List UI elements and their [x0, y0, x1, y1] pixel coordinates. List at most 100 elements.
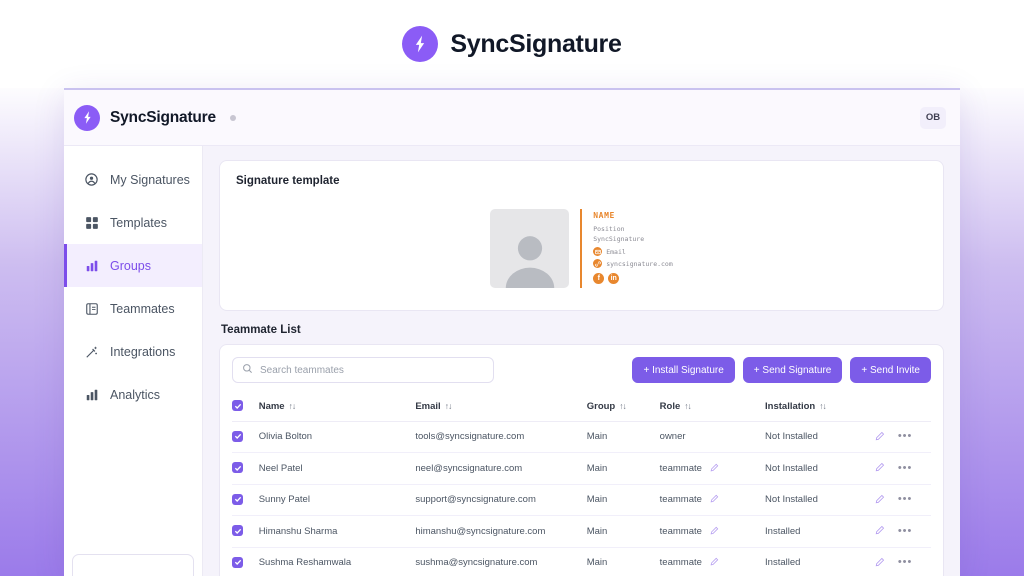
- signature-preview: NAME Position SyncSignature Email syncsi…: [236, 209, 927, 288]
- send-signature-button[interactable]: + Send Signature: [742, 357, 843, 383]
- role-value: teammate: [659, 525, 702, 537]
- cell-name: Olivia Bolton: [258, 421, 416, 453]
- sidebar-item-label: Templates: [110, 215, 167, 230]
- row-select-cell: [232, 452, 259, 485]
- signature-template-card: Signature template NAME Position SyncSig…: [219, 160, 944, 311]
- app-body: My Signatures Templates Groups Teammates…: [64, 146, 960, 576]
- sort-icon[interactable]: ↑↓: [445, 401, 452, 411]
- sidebar-item-teammates[interactable]: Teammates: [64, 287, 202, 330]
- cell-name: Neel Patel: [258, 452, 416, 485]
- role-cell-inner: teammate: [660, 526, 765, 537]
- sidebar-item-groups[interactable]: Groups: [64, 244, 202, 287]
- lightning-bolt-icon: [74, 104, 100, 131]
- cell-actions: •••: [874, 484, 931, 516]
- app-bar-brand[interactable]: SyncSignature: [74, 104, 236, 131]
- link-icon: [593, 259, 603, 269]
- cell-name: Himanshu Sharma: [258, 515, 416, 548]
- sidebar-item-my-signatures[interactable]: My Signatures: [64, 158, 202, 201]
- cell-email: support@syncsignature.com: [415, 484, 587, 516]
- sort-icon[interactable]: ↑↓: [289, 401, 296, 411]
- role-value: teammate: [659, 494, 702, 506]
- sort-icon[interactable]: ↑↓: [684, 401, 691, 411]
- sidebar-item-analytics[interactable]: Analytics: [64, 373, 202, 416]
- teammate-list-panel: + Install Signature + Send Signature + S…: [219, 344, 944, 576]
- sidebar-footer-card[interactable]: [72, 554, 194, 576]
- ellipsis-icon[interactable]: •••: [898, 557, 913, 568]
- row-checkbox[interactable]: [232, 493, 243, 505]
- column-header-role[interactable]: Role ↑↓: [659, 393, 766, 422]
- cell-role: teammate: [659, 484, 766, 516]
- cell-email: sushma@syncsignature.com: [415, 547, 587, 576]
- ellipsis-icon[interactable]: •••: [898, 431, 913, 442]
- row-checkbox[interactable]: [232, 556, 243, 568]
- sidebar-item-templates[interactable]: Templates: [64, 201, 202, 244]
- sidebar-item-integrations[interactable]: Integrations: [64, 330, 202, 373]
- select-all-checkbox[interactable]: [232, 400, 243, 411]
- sort-icon[interactable]: ↑↓: [819, 401, 826, 411]
- cell-actions: •••: [874, 452, 931, 485]
- row-actions: •••: [875, 431, 931, 443]
- role-value: owner: [659, 431, 686, 443]
- app-top-bar: SyncSignature OB: [64, 90, 960, 146]
- install-signature-button[interactable]: + Install Signature: [632, 357, 735, 383]
- pencil-icon[interactable]: [875, 525, 885, 537]
- table-row[interactable]: Himanshu Sharma himanshu@syncsignature.c…: [232, 515, 931, 548]
- row-checkbox[interactable]: [232, 462, 243, 473]
- main-content: Signature template NAME Position SyncSig…: [203, 146, 960, 576]
- row-select-cell: [232, 547, 259, 576]
- signature-email-label: Email: [606, 247, 626, 256]
- linkedin-icon[interactable]: in: [608, 273, 620, 285]
- role-value: teammate: [659, 557, 702, 569]
- table-row[interactable]: Neel Patel neel@syncsignature.com Main t…: [232, 452, 931, 485]
- signature-website-row: syncsignature.com: [593, 259, 673, 269]
- search-input[interactable]: [260, 364, 484, 376]
- column-header-name[interactable]: Name ↑↓: [258, 393, 416, 422]
- ellipsis-icon[interactable]: •••: [898, 494, 913, 505]
- pencil-icon[interactable]: [875, 431, 885, 443]
- column-header-email[interactable]: Email ↑↓: [415, 393, 587, 422]
- grid-icon: [84, 215, 99, 230]
- card-title: Signature template: [236, 175, 340, 187]
- pencil-icon[interactable]: [875, 462, 885, 474]
- table-row[interactable]: Olivia Bolton tools@syncsignature.com Ma…: [232, 421, 931, 453]
- column-label: Group: [586, 400, 616, 412]
- pencil-icon[interactable]: [710, 557, 719, 568]
- cell-installation: Installed: [765, 515, 875, 548]
- cell-role: teammate: [659, 515, 766, 548]
- role-cell-inner: teammate: [660, 494, 765, 505]
- column-header-group[interactable]: Group ↑↓: [586, 393, 660, 422]
- facebook-icon[interactable]: f: [593, 273, 605, 285]
- pencil-icon[interactable]: [710, 494, 719, 505]
- search-box[interactable]: [232, 357, 494, 383]
- cell-role: owner: [659, 421, 766, 453]
- signature-position: Position: [593, 225, 625, 233]
- ellipsis-icon[interactable]: •••: [898, 525, 913, 537]
- user-circle-icon: [84, 172, 99, 187]
- row-checkbox[interactable]: [232, 430, 243, 442]
- avatar[interactable]: OB: [920, 106, 946, 129]
- pencil-icon[interactable]: [875, 494, 885, 506]
- table-row[interactable]: Sushma Reshamwala sushma@syncsignature.c…: [232, 547, 931, 576]
- search-icon: [242, 361, 253, 379]
- pencil-icon[interactable]: [875, 557, 885, 569]
- cell-email: himanshu@syncsignature.com: [415, 515, 587, 548]
- send-invite-button[interactable]: + Send Invite: [850, 357, 931, 383]
- column-header-installation[interactable]: Installation ↑↓: [765, 393, 875, 422]
- signature-name: NAME: [593, 211, 615, 220]
- signature-divider: [580, 209, 583, 288]
- bar-chart-icon: [84, 387, 99, 402]
- cell-actions: •••: [874, 421, 931, 453]
- sidebar-item-label: Analytics: [110, 387, 161, 402]
- app-title: SyncSignature: [110, 108, 216, 126]
- pencil-icon[interactable]: [710, 526, 719, 537]
- row-checkbox[interactable]: [232, 525, 243, 536]
- cell-actions: •••: [874, 515, 931, 548]
- pencil-icon[interactable]: [710, 463, 719, 474]
- sidebar-item-label: Integrations: [110, 344, 176, 359]
- teammates-table: Name ↑↓ Email ↑↓ Group ↑↓ Role ↑↓ Instal…: [232, 393, 931, 576]
- table-row[interactable]: Sunny Patel support@syncsignature.com Ma…: [232, 484, 931, 516]
- ellipsis-icon[interactable]: •••: [898, 462, 913, 474]
- column-label: Role: [659, 400, 681, 412]
- sort-icon[interactable]: ↑↓: [619, 401, 626, 411]
- cell-installation: Not Installed: [765, 452, 875, 485]
